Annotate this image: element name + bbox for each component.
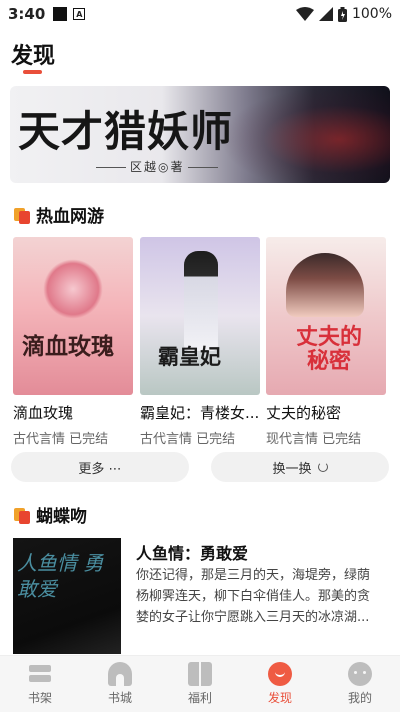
- more-button[interactable]: 更多 ⋯: [11, 452, 189, 482]
- bookshelf-icon: [28, 662, 52, 686]
- book-cover: 丈夫的秘密: [266, 237, 386, 395]
- cover-art: [286, 253, 364, 317]
- refresh-label: 换一换: [272, 461, 312, 477]
- featured-book-title[interactable]: 人鱼情：勇敢爱: [136, 540, 248, 564]
- profile-icon: [348, 662, 372, 686]
- banner-subtitle: 区越◎著: [92, 158, 222, 175]
- more-label: 更多 ⋯: [78, 461, 122, 477]
- status-time: 3:40: [8, 5, 46, 23]
- discover-icon: [268, 662, 292, 686]
- section-title: 热血网游: [36, 207, 104, 227]
- nav-label: 发现: [267, 691, 292, 705]
- nav-label: 我的: [347, 691, 372, 705]
- cover-art: [43, 259, 103, 319]
- featured-book-description: 你还记得，那是三月的天，海堤旁，绿荫杨柳霁连天，柳下白伞俏佳人。那美的贪婪的女子…: [136, 568, 371, 625]
- book-meta: 古代言情 已完结: [140, 432, 236, 447]
- nav-label: 福利: [187, 691, 212, 705]
- banner-title: 天才猎妖师: [18, 107, 234, 156]
- section-header-hot: 热血网游: [14, 202, 104, 227]
- signal-icon: [318, 7, 333, 21]
- book-title: 霸皇妃：青楼女...: [140, 404, 260, 422]
- nav-bookshelf[interactable]: 书架: [0, 656, 80, 712]
- book-card-1[interactable]: 滴血玫瑰 滴血玫瑰 古代言情 已完结: [13, 237, 133, 447]
- nav-profile[interactable]: 我的: [320, 656, 400, 712]
- cover-art: [184, 251, 218, 351]
- page-title: 发现: [11, 44, 56, 69]
- book-meta: 现代言情 已完结: [266, 432, 362, 447]
- status-right: 100%: [295, 6, 392, 22]
- nav-welfare[interactable]: 福利: [160, 656, 240, 712]
- battery-icon: [337, 6, 347, 22]
- wifi-icon: [295, 7, 314, 21]
- section-header-butterfly: 蝴蝶吻: [14, 502, 87, 527]
- cover-title: 滴血玫瑰: [22, 333, 114, 360]
- book-card-3[interactable]: 丈夫的秘密 丈夫的秘密 现代言情 已完结: [266, 237, 386, 447]
- section-title: 蝴蝶吻: [36, 507, 87, 527]
- bookstore-icon: [108, 662, 132, 686]
- book-meta: 古代言情 已完结: [13, 432, 109, 447]
- nav-bookstore[interactable]: 书城: [80, 656, 160, 712]
- book-cover: 霸皇妃: [140, 237, 260, 395]
- book-cover: 滴血玫瑰: [13, 237, 133, 395]
- notification-square-icon: [53, 7, 68, 21]
- nav-label: 书城: [107, 691, 132, 705]
- nav-label: 书架: [27, 691, 52, 705]
- refresh-icon: [317, 462, 328, 472]
- book-grid: 滴血玫瑰 滴血玫瑰 古代言情 已完结 霸皇妃 霸皇妃：青楼女... 古代言情 已…: [13, 237, 389, 447]
- book-card-2[interactable]: 霸皇妃 霸皇妃：青楼女... 古代言情 已完结: [140, 237, 260, 447]
- featured-book-cover[interactable]: 人鱼情 勇敢爱: [13, 538, 121, 654]
- nav-discover[interactable]: 发现: [240, 656, 320, 712]
- battery-percent: 100%: [351, 6, 392, 22]
- section-icon: [14, 506, 32, 524]
- book-title: 滴血玫瑰: [13, 404, 74, 422]
- status-bar: 3:40 A 100%: [0, 0, 400, 28]
- title-underline: [23, 70, 42, 74]
- promo-banner[interactable]: 天才猎妖师 区越◎著: [10, 86, 390, 183]
- book-title: 丈夫的秘密: [266, 404, 342, 422]
- featured-cover-title: 人鱼情 勇敢爱: [17, 551, 104, 601]
- bottom-nav: 书架 书城 福利 发现 我的: [0, 655, 400, 712]
- cover-title: 丈夫的秘密: [295, 324, 362, 374]
- gift-icon: [188, 662, 212, 686]
- cover-title: 霸皇妃: [158, 344, 221, 369]
- a-app-icon: A: [73, 8, 86, 20]
- refresh-button[interactable]: 换一换: [211, 452, 389, 482]
- section-icon: [14, 206, 32, 224]
- banner-art: [220, 86, 390, 183]
